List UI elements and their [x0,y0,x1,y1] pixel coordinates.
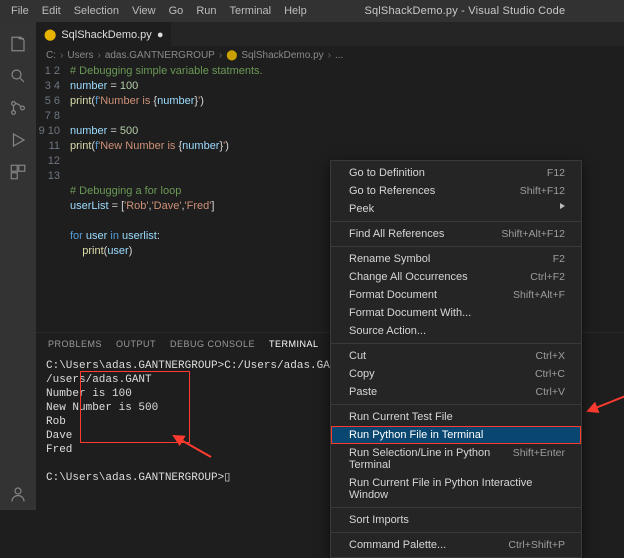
menu-run[interactable]: Run [191,3,221,19]
crumb[interactable]: C: [46,50,63,61]
tabs-bar: ⬤ SqlShackDemo.py ● [36,22,624,46]
ctx-shortcut: Shift+Enter [513,447,565,471]
editor-context-menu[interactable]: Go to Definition F12 Go to References Shift… [330,160,582,558]
extensions-icon[interactable] [0,156,36,188]
crumb[interactable]: adas.GANTNERGROUP [105,50,222,61]
python-icon: ⬤ [44,28,56,41]
ctx-shortcut: F2 [553,253,565,265]
ctx-separator [331,246,581,247]
ctx-rename-symbol[interactable]: Rename Symbol F2 [331,250,581,268]
line-gutter: 1 2 3 4 5 6 7 8 9 10 11 12 13 [36,64,70,332]
tab-dirty-indicator: ● [157,29,164,41]
ctx-shortcut: Ctrl+Shift+P [508,539,565,551]
ctx-shortcut: Ctrl+V [536,386,565,398]
ctx-label: Format Document [349,289,437,301]
menu-selection[interactable]: Selection [69,3,124,19]
ctx-shortcut: Shift+F12 [520,185,565,197]
ctx-format-document[interactable]: Format Document Shift+Alt+F [331,286,581,304]
window-title: SqlShackDemo.py - Visual Studio Code [312,5,618,17]
ctx-label: Run Python File in Terminal [349,429,483,441]
ctx-label: Copy [349,368,375,380]
ctx-label: Source Action... [349,325,426,337]
ctx-shortcut: Ctrl+F2 [530,271,565,283]
menu-help[interactable]: Help [279,3,312,19]
ctx-label: Find All References [349,228,444,240]
python-icon: ⬤ [226,50,237,61]
files-icon[interactable] [0,28,36,60]
ctx-separator [331,404,581,405]
titlebar: FileEditSelectionViewGoRunTerminalHelp S… [0,0,624,22]
ctx-label: Run Current Test File [349,411,453,423]
ctx-label: Change All Occurrences [349,271,468,283]
ctx-separator [331,507,581,508]
chevron-right-icon [560,203,565,209]
ctx-shortcut: Ctrl+C [535,368,565,380]
ctx-label: Command Palette... [349,539,446,551]
ctx-shortcut: Ctrl+X [536,350,565,362]
panel-tab-problems[interactable]: PROBLEMS [48,339,102,349]
ctx-label: Sort Imports [349,514,409,526]
ctx-label: Run Selection/Line in Python Terminal [349,447,513,471]
search-icon[interactable] [0,60,36,92]
ctx-separator [331,343,581,344]
ctx-label: Run Current File in Python Interactive W… [349,477,565,501]
ctx-label: Paste [349,386,377,398]
ctx-label: Rename Symbol [349,253,430,265]
ctx-shortcut: Shift+Alt+F [513,289,565,301]
ctx-cut[interactable]: Cut Ctrl+X [331,347,581,365]
ctx-label: Format Document With... [349,307,471,319]
ctx-run-current-test-file[interactable]: Run Current Test File [331,408,581,426]
ctx-shortcut: F12 [547,167,565,179]
breadcrumb[interactable]: C: Users adas.GANTNERGROUP ⬤ SqlShackDemo.p… [36,46,624,64]
tab-filename: SqlShackDemo.py [61,29,152,41]
ctx-change-all-occurrences[interactable]: Change All Occurrences Ctrl+F2 [331,268,581,286]
run-debug-icon[interactable] [0,124,36,156]
account-icon[interactable] [0,478,36,510]
scm-icon[interactable] [0,92,36,124]
panel-tab-terminal[interactable]: TERMINAL [269,339,319,349]
menubar: FileEditSelectionViewGoRunTerminalHelp [6,3,312,19]
crumb[interactable]: ... [335,50,343,61]
menu-terminal[interactable]: Terminal [225,3,277,19]
ctx-separator [331,532,581,533]
crumb[interactable]: Users [67,50,100,61]
ctx-label: Cut [349,350,366,362]
crumb[interactable]: SqlShackDemo.py [241,50,331,61]
ctx-sort-imports[interactable]: Sort Imports [331,511,581,529]
ctx-run-current-file-in-python-interactive-window[interactable]: Run Current File in Python Interactive W… [331,474,581,504]
ctx-copy[interactable]: Copy Ctrl+C [331,365,581,383]
menu-view[interactable]: View [127,3,161,19]
ctx-run-python-file-in-terminal[interactable]: Run Python File in Terminal [331,426,581,444]
ctx-label: Go to References [349,185,435,197]
ctx-separator [331,221,581,222]
ctx-label: Go to Definition [349,167,425,179]
menu-go[interactable]: Go [164,3,189,19]
ctx-format-document-with[interactable]: Format Document With... [331,304,581,322]
ctx-paste[interactable]: Paste Ctrl+V [331,383,581,401]
panel-tab-output[interactable]: OUTPUT [116,339,156,349]
ctx-source-action[interactable]: Source Action... [331,322,581,340]
menu-file[interactable]: File [6,3,34,19]
ctx-go-to-references[interactable]: Go to References Shift+F12 [331,182,581,200]
ctx-run-selection-line-in-python-terminal[interactable]: Run Selection/Line in Python TerminalShi… [331,444,581,474]
ctx-find-all-references[interactable]: Find All References Shift+Alt+F12 [331,225,581,243]
menu-edit[interactable]: Edit [37,3,66,19]
tab-sqlshackdemo[interactable]: ⬤ SqlShackDemo.py ● [36,22,171,46]
activity-bar [0,22,36,510]
ctx-go-to-definition[interactable]: Go to Definition F12 [331,164,581,182]
ctx-shortcut: Shift+Alt+F12 [501,228,565,240]
panel-tab-debug-console[interactable]: DEBUG CONSOLE [170,339,255,349]
ctx-peek[interactable]: Peek [331,200,581,218]
ctx-label: Peek [349,203,374,215]
ctx-command-palette[interactable]: Command Palette... Ctrl+Shift+P [331,536,581,554]
